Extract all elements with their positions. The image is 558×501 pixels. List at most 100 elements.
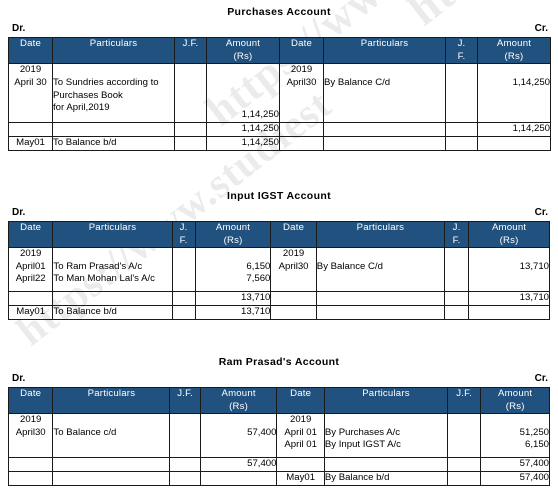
- cell-particulars-credit-bd: [323, 136, 446, 151]
- amount-header-line1: Amount: [498, 388, 533, 399]
- column-header-jf-credit: J. F.: [445, 37, 478, 64]
- ledger-title: Input IGST Account: [227, 190, 331, 202]
- jf-header-line1: J.: [457, 38, 466, 49]
- cell-date-credit-bd: [279, 136, 324, 151]
- date-line: April30: [278, 260, 309, 272]
- cell-date-debit-total: [7, 291, 54, 306]
- total-value: 1,14,250: [241, 123, 279, 134]
- table-row-balance-bd: May01 To Balance b/d 1,14,250: [8, 136, 551, 151]
- cell-amount-debit: 57,400: [199, 413, 278, 458]
- total-value: 57,400: [519, 458, 549, 469]
- cell-jf-debit-bd: [171, 305, 196, 320]
- jf-header-line1: J.: [452, 222, 461, 233]
- cell-amount-debit-bd: [199, 471, 278, 486]
- table-row-balance-bd: May01 To Balance b/d 13,710: [7, 305, 550, 320]
- column-header-jf-debit: J.F.: [174, 37, 207, 64]
- dr-cr-row: Dr. Cr.: [8, 207, 550, 219]
- particulars-line: To Balance c/d: [53, 426, 117, 438]
- date-line: 2019: [20, 248, 42, 259]
- column-header-amount-credit: Amount (Rs): [468, 221, 550, 248]
- particulars-line: for April,2019: [53, 102, 110, 113]
- particulars-line: To Sundries according to: [53, 77, 159, 88]
- cell-amount-debit: 1,14,250: [206, 63, 280, 123]
- cell-particulars-credit-total: [323, 457, 449, 472]
- table-row: 2019 April30 To Balance c/d 57,400 2019: [7, 413, 550, 458]
- date-line: April22: [15, 273, 46, 284]
- table-header-row: Date Particulars J. F. Amount (Rs) Date …: [7, 221, 550, 248]
- cell-jf-credit: [447, 413, 482, 458]
- cell-amount-credit-bd: 57,400: [480, 471, 550, 486]
- cell-total-credit: 57,400: [480, 457, 550, 472]
- cell-particulars-credit: By Balance C/d: [323, 63, 446, 123]
- cell-jf-credit-total: [447, 457, 482, 472]
- cell-particulars-debit: To Balance c/d: [52, 413, 171, 458]
- cell-total-credit: 13,710: [468, 291, 550, 306]
- date-line: April30: [15, 426, 46, 438]
- ledger-title: Purchases Account: [227, 6, 331, 18]
- amount-header-line1: Amount: [215, 222, 251, 233]
- ledger-table: Date Particulars J.F. Amount (Rs) Date P…: [7, 387, 550, 486]
- table-header-row: Date Particulars J.F. Amount (Rs) Date P…: [7, 387, 550, 414]
- column-header-amount-debit: Amount (Rs): [206, 37, 280, 64]
- cell-jf-credit-bd: [443, 305, 470, 320]
- cell-amount-debit: 6,150 7,560: [194, 247, 272, 292]
- column-header-jf-credit: J. F.: [443, 221, 470, 248]
- amount-line: 7,560: [246, 273, 271, 284]
- cell-particulars-credit-total: [323, 122, 446, 137]
- amount-line: [469, 248, 549, 261]
- particulars-line: To Ram Prasad's A/c: [53, 260, 143, 272]
- column-header-jf-debit: J. F.: [171, 221, 196, 248]
- amount-line: [481, 414, 549, 427]
- cell-date-debit-bd: May01: [8, 136, 53, 151]
- jf-header-line2: F.: [457, 50, 466, 62]
- date-line: 2019: [19, 64, 42, 75]
- table-row-total: 13,710 13,710: [7, 291, 550, 306]
- particulars-line: By Input IGST A/c: [324, 439, 401, 450]
- cell-amount-credit: 13,710: [468, 247, 550, 292]
- ledger-block-purchases-account: Purchases Account Dr. Cr. Date Particula…: [8, 6, 551, 151]
- column-header-particulars-credit: Particulars: [315, 221, 445, 248]
- cell-particulars-debit-total: [52, 457, 171, 472]
- table-row: 2019 April01 April22 To Ram Prasad's A/c…: [7, 247, 550, 292]
- particulars-line: [53, 414, 169, 427]
- column-header-date-credit: Date: [270, 221, 317, 248]
- column-header-particulars-debit: Particulars: [52, 387, 171, 414]
- amount-line: 13,710: [519, 260, 549, 272]
- cell-date-debit: 2019 April30: [7, 413, 54, 458]
- amount-header-line2: (Rs): [499, 234, 519, 246]
- total-value: 13,710: [241, 292, 271, 303]
- cell-particulars-debit-bd: To Balance b/d: [52, 305, 173, 320]
- date-line: April 01: [284, 439, 317, 450]
- column-header-amount-debit: Amount (Rs): [194, 221, 272, 248]
- table-row-balance-bd: May01 By Balance b/d 57,400: [7, 471, 550, 486]
- cell-date-credit-total: [279, 122, 324, 137]
- cell-particulars-debit-total: [52, 291, 173, 306]
- cell-amount-credit: 51,250 6,150: [480, 413, 550, 458]
- amount-line: 6,150: [246, 260, 271, 272]
- table-row-total: 1,14,250 1,14,250: [8, 122, 551, 137]
- cell-particulars-debit-total: [52, 122, 175, 137]
- cell-jf-credit-bd: [445, 136, 478, 151]
- cell-total-credit: 1,14,250: [477, 122, 551, 137]
- cell-jf-credit-bd: [447, 471, 482, 486]
- particulars-line: By Purchases A/c: [324, 426, 401, 438]
- cell-amount-debit-bd: 1,14,250: [206, 136, 280, 151]
- date-line: 2019: [282, 248, 305, 259]
- cell-amount-credit: 1,14,250: [477, 63, 551, 123]
- total-value: 13,710: [519, 292, 549, 303]
- debit-side-label: Dr.: [12, 207, 26, 218]
- cell-jf-debit-bd: [174, 136, 207, 151]
- cell-particulars-debit: To Ram Prasad's A/c To Man Mohan Lal's A…: [52, 247, 173, 292]
- ledger-page: https://www.studiest https://www.studies…: [0, 0, 558, 501]
- dr-cr-row: Dr. Cr.: [8, 23, 550, 35]
- cell-jf-credit: [443, 247, 470, 292]
- ledger-table: Date Particulars J.F. Amount (Rs) Date P…: [8, 37, 551, 151]
- cell-amount-credit-bd: [468, 305, 550, 320]
- cell-date-credit-total: [270, 291, 317, 306]
- amount-header-line2: (Rs): [504, 50, 524, 62]
- particulars-line: [53, 248, 171, 261]
- cell-date-debit-bd: [7, 471, 54, 486]
- column-header-amount-credit: Amount (Rs): [477, 37, 551, 64]
- cell-amount-debit-bd: 13,710: [194, 305, 272, 320]
- cell-date-debit-bd: May01: [7, 305, 54, 320]
